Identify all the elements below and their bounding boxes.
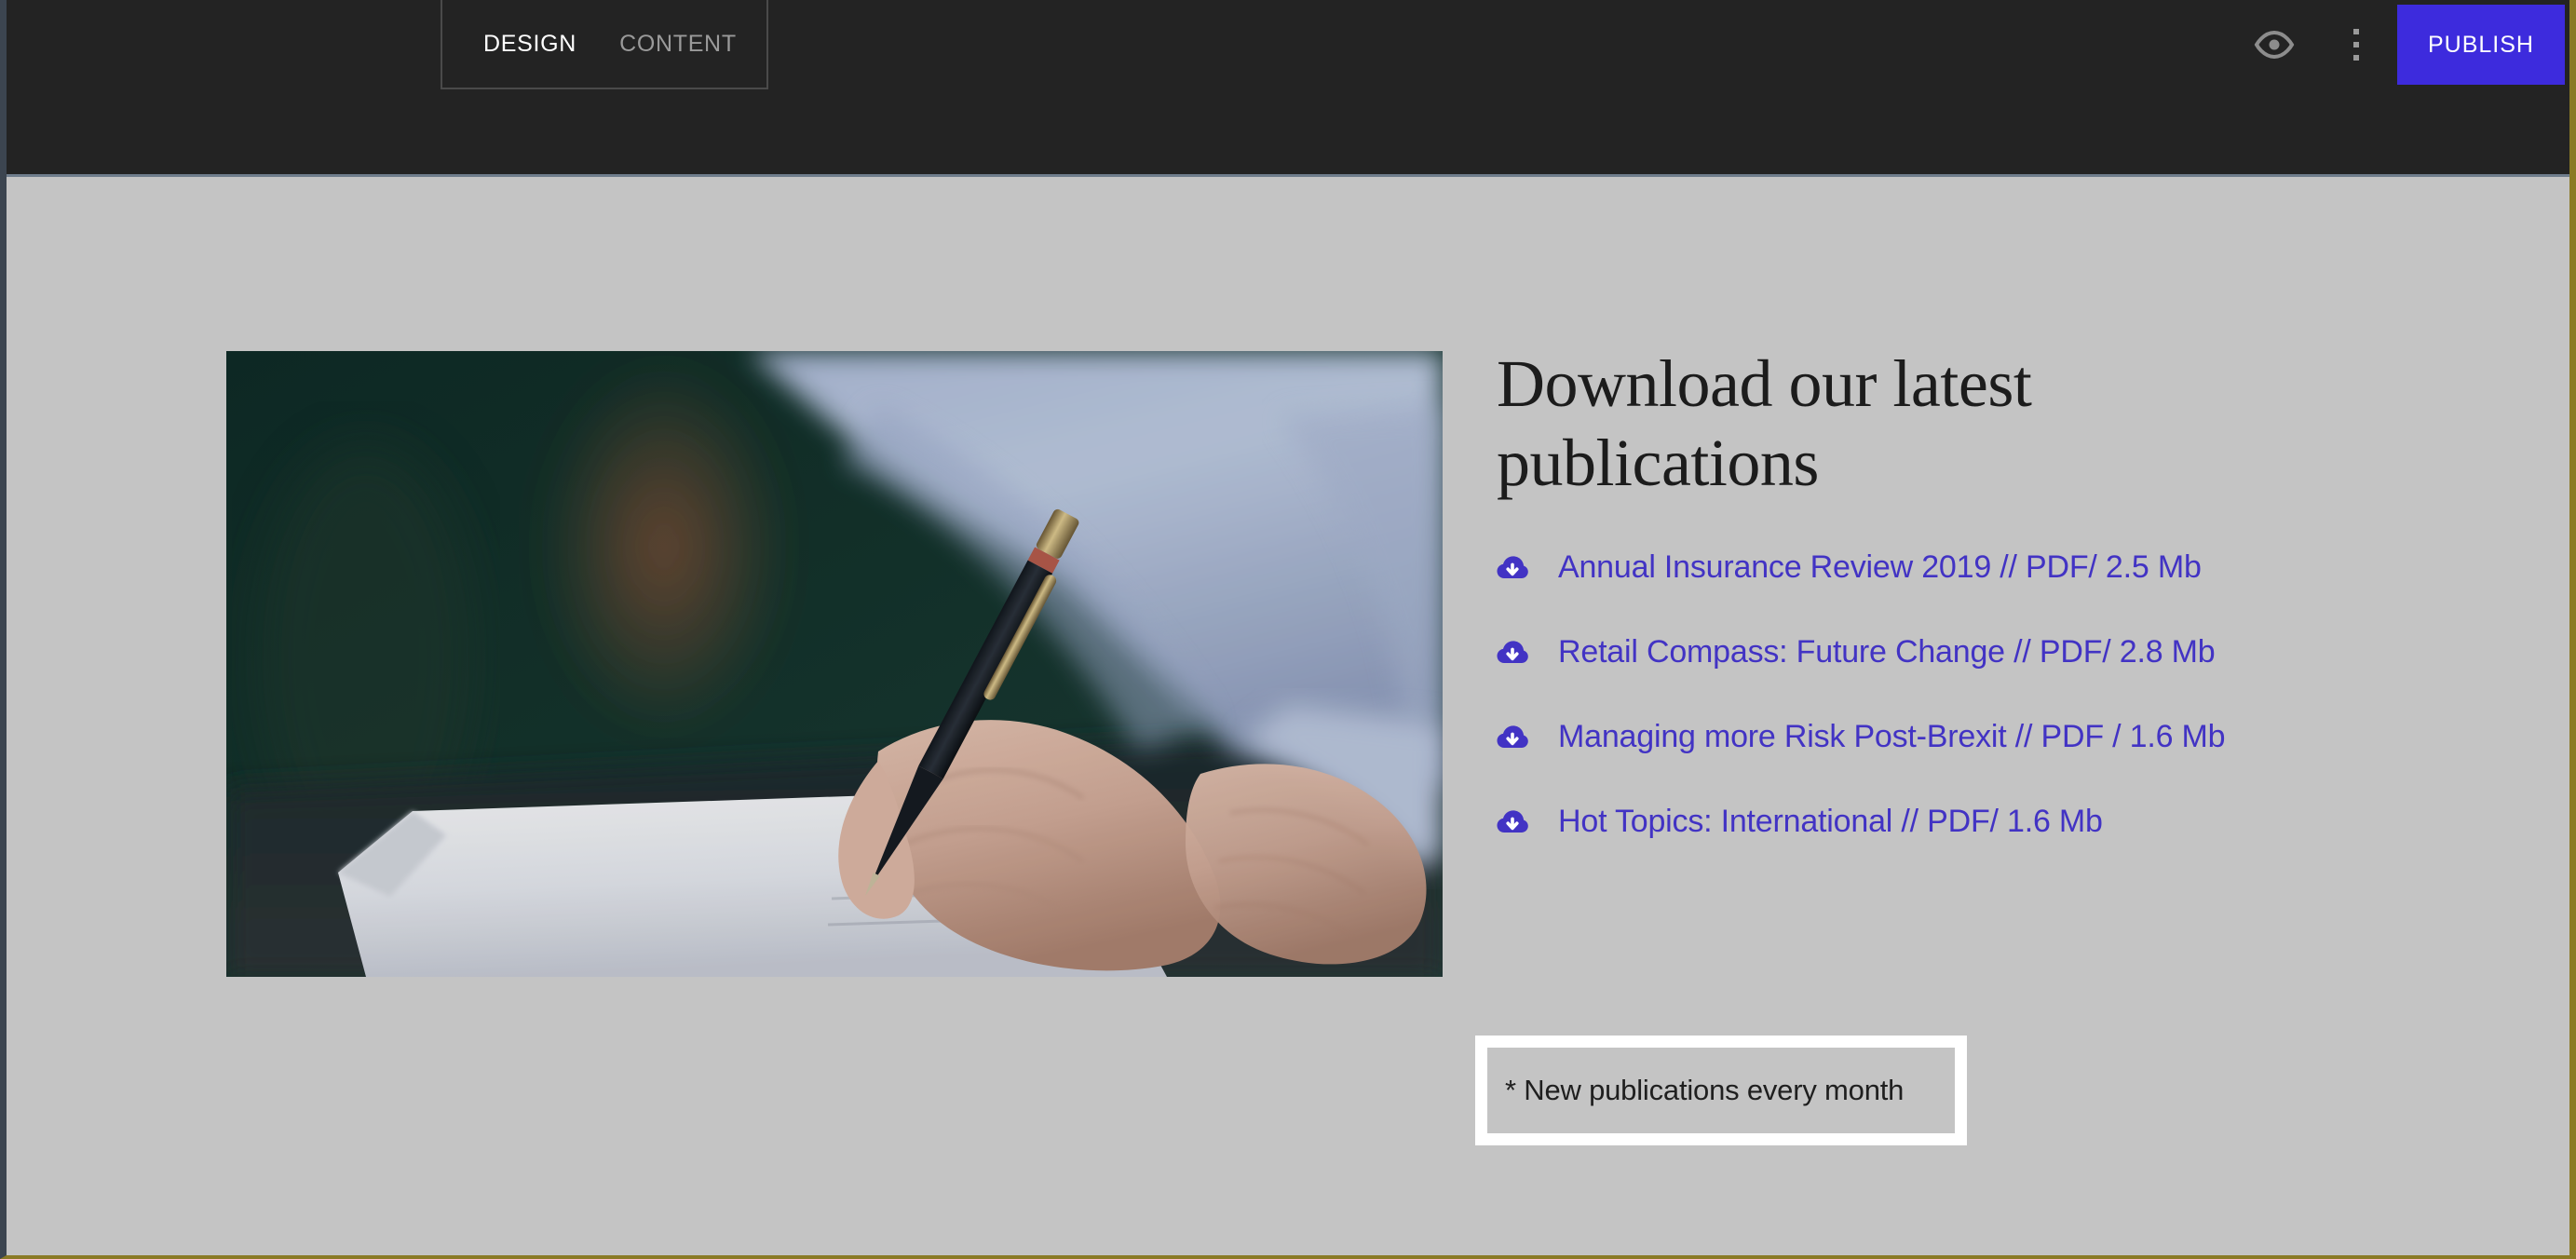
download-link-label: Annual Insurance Review 2019 // PDF/ 2.5… bbox=[1558, 549, 2202, 586]
cloud-download-icon bbox=[1497, 556, 1528, 578]
download-link-label: Managing more Risk Post-Brexit // PDF / … bbox=[1558, 719, 2226, 755]
toolbar-primary-row: DESIGN CONTENT PUBLISH bbox=[7, 0, 2569, 89]
cloud-download-icon bbox=[1497, 725, 1528, 748]
publish-button[interactable]: PUBLISH bbox=[2397, 5, 2565, 85]
kebab-menu-icon bbox=[2353, 29, 2359, 61]
download-item[interactable]: Hot Topics: International // PDF/ 1.6 Mb bbox=[1497, 798, 2428, 846]
selected-element-frame[interactable]: * New publications every month bbox=[1475, 1036, 1967, 1145]
toolbar-secondary-row: PAGES THEMES QUICK STYLING bbox=[7, 89, 2569, 264]
toolbar-right-actions: PUBLISH bbox=[2233, 0, 2569, 89]
download-item[interactable]: Managing more Risk Post-Brexit // PDF / … bbox=[1497, 713, 2428, 762]
cloud-download-icon bbox=[1497, 810, 1528, 833]
tab-content[interactable]: CONTENT bbox=[619, 31, 737, 58]
hero-image[interactable] bbox=[226, 351, 1443, 977]
more-options-button[interactable] bbox=[2315, 0, 2397, 89]
eye-icon bbox=[2254, 31, 2295, 59]
cloud-download-icon bbox=[1497, 641, 1528, 663]
publications-note: * New publications every month bbox=[1505, 1074, 1905, 1106]
hero-image-artwork bbox=[226, 351, 1443, 977]
editor-toolbar: DESIGN CONTENT PUBLISH bbox=[7, 0, 2569, 264]
page-canvas[interactable]: Download our latest publications Annual … bbox=[7, 177, 2569, 1255]
download-list: Annual Insurance Review 2019 // PDF/ 2.5… bbox=[1497, 544, 2428, 846]
app-frame: DESIGN CONTENT PUBLISH Download our late… bbox=[0, 0, 2576, 1259]
download-item[interactable]: Annual Insurance Review 2019 // PDF/ 2.5… bbox=[1497, 544, 2428, 592]
hero-content-column: Download our latest publications Annual … bbox=[1497, 345, 2428, 883]
preview-button[interactable] bbox=[2233, 0, 2315, 89]
mode-tab-group: DESIGN CONTENT bbox=[441, 0, 768, 89]
download-link-label: Hot Topics: International // PDF/ 1.6 Mb bbox=[1558, 804, 2103, 840]
download-item[interactable]: Retail Compass: Future Change // PDF/ 2.… bbox=[1497, 629, 2428, 677]
download-link-label: Retail Compass: Future Change // PDF/ 2.… bbox=[1558, 634, 2216, 670]
page-title: Download our latest publications bbox=[1497, 346, 2032, 500]
tab-design[interactable]: DESIGN bbox=[483, 31, 576, 58]
